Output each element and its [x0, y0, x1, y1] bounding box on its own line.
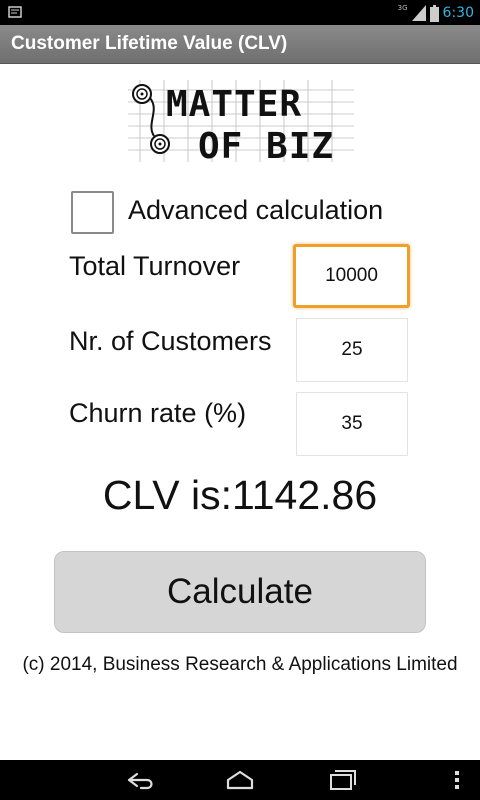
back-icon[interactable]	[125, 768, 155, 792]
churn-label: Churn rate (%)	[69, 398, 247, 428]
notification-icon	[8, 6, 22, 18]
advanced-calculation-label[interactable]: Advanced calculation	[128, 195, 383, 226]
recents-icon[interactable]	[328, 768, 358, 792]
customers-label: Nr. of Customers	[69, 326, 272, 356]
navigation-bar	[0, 760, 480, 800]
signal-icon	[411, 5, 426, 21]
network-type: 3G	[397, 4, 408, 12]
main-content: MATTER OF BIZ Advanced calculation Total…	[0, 64, 480, 760]
logo-line2: OF BIZ	[198, 126, 334, 162]
clv-result: CLV is:1142.86	[102, 472, 378, 518]
app-title: Customer Lifetime Value (CLV)	[11, 33, 288, 54]
customers-input[interactable]: 25	[296, 318, 408, 382]
status-bar: 3G 6:30	[0, 0, 480, 25]
status-time: 6:30	[442, 5, 474, 21]
calculate-button[interactable]: Calculate	[54, 551, 426, 633]
home-icon[interactable]	[225, 768, 255, 792]
action-bar: Customer Lifetime Value (CLV)	[0, 25, 480, 64]
copyright-footer: (c) 2014, Business Research & Applicatio…	[22, 654, 458, 675]
matter-of-biz-logo: MATTER OF BIZ	[128, 80, 354, 162]
turnover-label: Total Turnover	[69, 251, 241, 281]
advanced-calculation-checkbox[interactable]	[71, 191, 114, 234]
logo-line1: MATTER	[166, 84, 302, 125]
battery-icon	[429, 4, 439, 22]
menu-icon[interactable]	[450, 768, 464, 792]
churn-input[interactable]: 35	[296, 392, 408, 456]
turnover-input[interactable]: 10000	[293, 244, 410, 308]
